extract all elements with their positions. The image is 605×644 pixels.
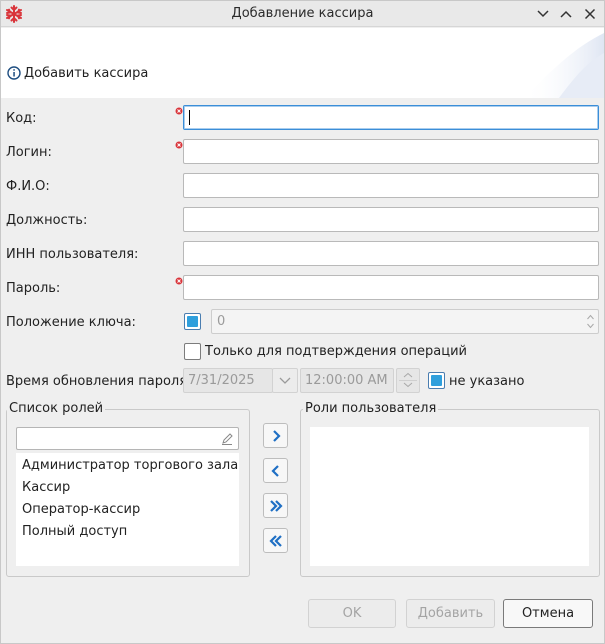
spin-arrows-icon bbox=[399, 372, 417, 388]
key-position-checkbox[interactable] bbox=[184, 313, 201, 330]
text-caret bbox=[189, 110, 190, 125]
title-bar[interactable]: Добавление кассира bbox=[1, 1, 604, 27]
login-label: Логин: bbox=[6, 145, 52, 160]
key-position-spinbox[interactable]: 0 bbox=[211, 309, 599, 334]
position-label: Должность: bbox=[6, 213, 88, 228]
spin-arrows-icon[interactable] bbox=[586, 312, 595, 331]
password-label: Пароль: bbox=[6, 281, 61, 296]
ok-button[interactable]: OK bbox=[308, 599, 396, 628]
add-all-roles-button[interactable] bbox=[263, 493, 288, 518]
add-role-button[interactable] bbox=[263, 423, 288, 448]
time-field[interactable]: 12:00:00 AM bbox=[300, 368, 394, 393]
required-marker-icon bbox=[175, 274, 183, 285]
time-spin-button[interactable] bbox=[396, 368, 420, 393]
code-label: Код: bbox=[6, 111, 37, 126]
roles-list-title: Список ролей bbox=[7, 401, 106, 416]
window-title: Добавление кассира bbox=[231, 6, 374, 21]
chevron-down-icon bbox=[537, 10, 549, 18]
date-value: 7/31/2025 bbox=[188, 373, 255, 388]
key-position-value: 0 bbox=[217, 314, 226, 329]
not-specified-checkbox[interactable] bbox=[428, 372, 445, 389]
banner-swoosh-decoration bbox=[524, 33, 604, 98]
fio-input[interactable] bbox=[183, 173, 599, 198]
chevron-up-icon bbox=[560, 10, 572, 18]
user-roles-title: Роли пользователя bbox=[303, 401, 439, 416]
info-icon bbox=[7, 66, 21, 80]
list-item[interactable]: Администратор торгового зала bbox=[22, 458, 238, 473]
key-position-label: Положение ключа: bbox=[6, 315, 136, 330]
add-button[interactable]: Добавить bbox=[406, 599, 495, 628]
required-marker-icon bbox=[175, 138, 183, 149]
confirm-only-checkbox[interactable] bbox=[184, 343, 201, 360]
chevron-down-icon bbox=[279, 377, 291, 384]
double-chevron-right-icon bbox=[270, 500, 283, 512]
roles-search-input[interactable] bbox=[16, 427, 239, 450]
user-roles-list[interactable] bbox=[310, 427, 589, 566]
not-specified-label: не указано bbox=[449, 374, 525, 389]
header-title: Добавить кассира bbox=[24, 66, 149, 81]
date-dropdown-button[interactable] bbox=[272, 368, 298, 393]
pencil-icon bbox=[222, 433, 233, 445]
login-input[interactable] bbox=[183, 139, 599, 164]
password-input[interactable] bbox=[183, 275, 599, 300]
remove-all-roles-button[interactable] bbox=[263, 528, 288, 553]
roles-list[interactable]: Администратор торгового зала Кассир Опер… bbox=[16, 453, 239, 566]
time-value: 12:00:00 AM bbox=[305, 373, 388, 388]
list-item[interactable]: Полный доступ bbox=[22, 524, 127, 539]
dialog-window: Добавление кассира Добавить кассира Код:… bbox=[0, 0, 605, 644]
maximize-button[interactable] bbox=[557, 5, 575, 23]
list-item[interactable]: Оператор-кассир bbox=[22, 502, 140, 517]
cancel-button[interactable]: Отмена bbox=[503, 599, 593, 628]
remove-role-button[interactable] bbox=[263, 458, 288, 483]
chevron-right-icon bbox=[273, 430, 281, 442]
header-banner: Добавить кассира bbox=[1, 28, 604, 98]
password-update-label: Время обновления пароля: bbox=[6, 374, 192, 389]
inn-label: ИНН пользователя: bbox=[6, 247, 139, 262]
chevron-left-icon bbox=[271, 465, 279, 477]
minimize-button[interactable] bbox=[534, 5, 552, 23]
inn-input[interactable] bbox=[183, 241, 599, 266]
position-input[interactable] bbox=[183, 207, 599, 232]
confirm-only-label: Только для подтверждения операций bbox=[205, 344, 467, 359]
fio-label: Ф.И.О: bbox=[6, 179, 50, 194]
code-input[interactable] bbox=[183, 105, 599, 130]
required-marker-icon bbox=[175, 104, 183, 115]
close-icon bbox=[584, 8, 596, 20]
double-chevron-left-icon bbox=[269, 535, 282, 547]
list-item[interactable]: Кассир bbox=[22, 480, 70, 495]
date-field[interactable]: 7/31/2025 bbox=[183, 368, 273, 393]
close-button[interactable] bbox=[581, 5, 599, 23]
